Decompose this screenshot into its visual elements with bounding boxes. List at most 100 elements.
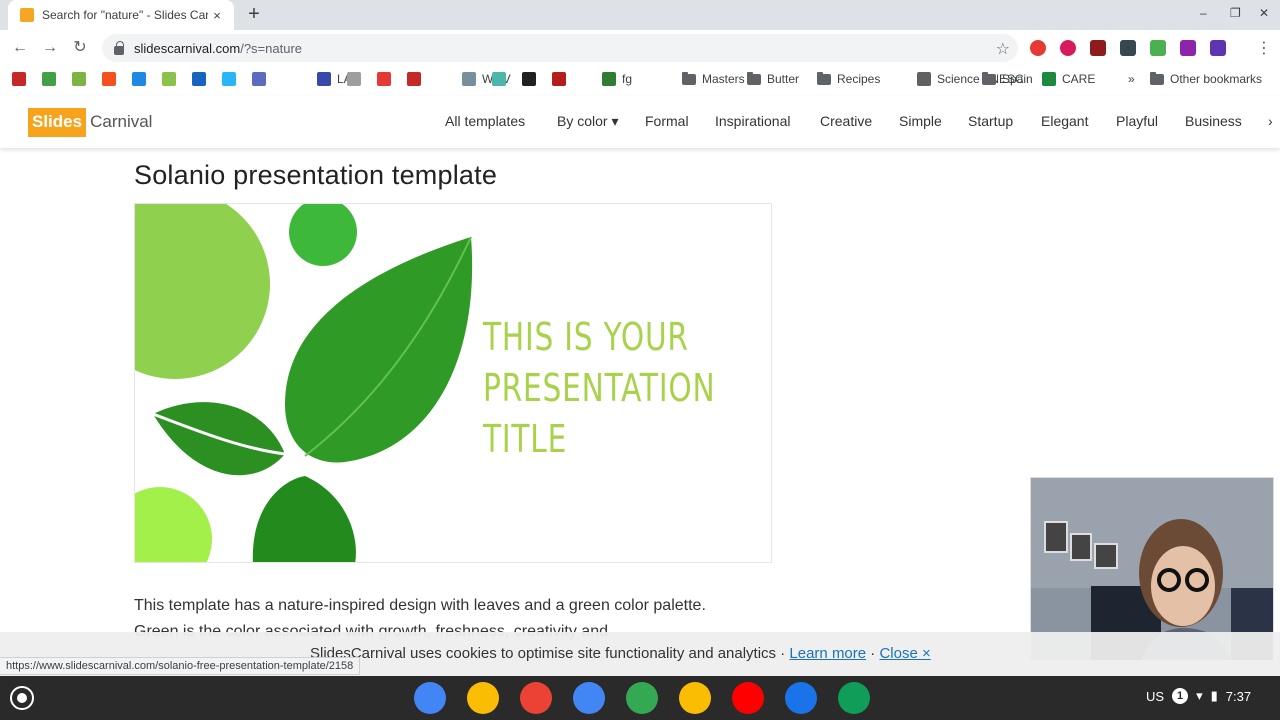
bookmark-favicon-icon [252, 72, 266, 86]
green-circle [289, 204, 357, 266]
folder-icon [1150, 71, 1164, 85]
bookmark-favicon-icon [1042, 72, 1056, 86]
docs-app-icon[interactable] [573, 682, 605, 714]
bookmark-item[interactable]: Butter [747, 70, 799, 88]
youtube-app-icon[interactable] [732, 682, 764, 714]
bookmark-favicon-icon [102, 72, 116, 86]
bookmark-favicon-icon [407, 72, 421, 86]
slide-title-line: TITLE [483, 417, 568, 461]
play-store-app-icon[interactable] [626, 682, 658, 714]
minimize-button[interactable]: – [1200, 6, 1207, 20]
bookmark-star-icon[interactable]: ☆ [996, 39, 1010, 59]
slidescarnival-favicon-icon [20, 8, 34, 22]
bookmark-item[interactable]: Spain [982, 70, 1033, 88]
new-tab-button[interactable]: + [244, 4, 264, 24]
window-close-button[interactable]: ✕ [1259, 6, 1269, 20]
bookmark-item[interactable] [42, 70, 62, 88]
bookmark-item[interactable] [102, 70, 122, 88]
logo-carnival-text: Carnival [90, 112, 153, 131]
nav-inspirational[interactable]: Inspirational [715, 113, 791, 129]
photos-app-icon[interactable] [679, 682, 711, 714]
bookmark-item[interactable] [192, 70, 212, 88]
nav-creative[interactable]: Creative [820, 113, 872, 129]
slidescarnival-logo[interactable]: Slides Carnival [28, 106, 152, 138]
bookmark-item[interactable]: CARE [1042, 70, 1095, 88]
extension-icon[interactable] [1120, 40, 1136, 56]
bookmark-item[interactable] [522, 70, 542, 88]
light-green-circle [135, 204, 270, 379]
restore-button[interactable]: ❐ [1230, 6, 1241, 20]
nav-simple[interactable]: Simple [899, 113, 942, 129]
back-arrow-icon[interactable]: ← [10, 38, 30, 58]
page-title[interactable]: Solanio presentation template [134, 160, 497, 191]
gmail-app-icon[interactable] [520, 682, 552, 714]
nav-elegant[interactable]: Elegant [1041, 113, 1088, 129]
cookie-close-link[interactable]: Close × [879, 645, 930, 662]
chrome-menu-icon[interactable]: ⋮ [1256, 38, 1272, 58]
bookmark-item[interactable] [222, 70, 242, 88]
extension-icon[interactable] [1090, 40, 1106, 56]
nav-startup[interactable]: Startup [968, 113, 1013, 129]
bookmark-favicon-icon [317, 72, 331, 86]
clock-time: 7:37 [1225, 688, 1252, 704]
other-bookmarks-folder[interactable]: Other bookmarks [1150, 70, 1262, 88]
extension-icon[interactable] [1180, 40, 1196, 56]
site-header: Slides Carnival All templates By color ▾… [0, 96, 1280, 148]
folder-icon [982, 71, 996, 85]
battery-icon: ▮ [1210, 688, 1218, 703]
bookmarks-overflow-button[interactable]: » [1128, 70, 1135, 88]
bookmark-item[interactable] [12, 70, 32, 88]
bookmark-item[interactable] [162, 70, 182, 88]
keep-app-icon[interactable] [467, 682, 499, 714]
launcher-button[interactable] [10, 686, 34, 710]
files-app-icon[interactable] [785, 682, 817, 714]
folder-icon [747, 71, 761, 85]
url-path: /?s=nature [240, 40, 302, 56]
tab-close-icon[interactable]: × [208, 8, 226, 23]
nav-formal[interactable]: Formal [645, 113, 689, 129]
bookmark-item[interactable] [132, 70, 152, 88]
bookmark-item[interactable]: fg [602, 70, 632, 88]
bookmark-item[interactable] [252, 70, 272, 88]
address-bar[interactable]: slidescarnival.com/?s=nature ☆ [102, 34, 1018, 62]
template-preview-image[interactable]: THIS IS YOUR PRESENTATION TITLE [134, 203, 772, 563]
bookmarks-bar: » Other bookmarks LATWJIVfgMastersButter… [0, 66, 1280, 92]
extension-icon[interactable] [1150, 40, 1166, 56]
bookmark-item[interactable] [552, 70, 572, 88]
extension-icon[interactable] [1060, 40, 1076, 56]
bookmark-item[interactable] [377, 70, 397, 88]
nav-all-templates[interactable]: All templates [445, 113, 525, 129]
bookmark-favicon-icon [162, 72, 176, 86]
bookmark-favicon-icon [42, 72, 56, 86]
bookmark-item[interactable] [347, 70, 367, 88]
nav-business[interactable]: Business [1185, 113, 1242, 129]
lock-icon [114, 40, 124, 55]
classroom-app-icon[interactable] [838, 682, 870, 714]
bookmark-item[interactable] [492, 70, 512, 88]
bookmark-item[interactable]: Masters [682, 70, 745, 88]
folder-icon [682, 71, 696, 85]
cookie-message: SlidesCarnival uses cookies to optimise … [310, 645, 931, 662]
bookmark-item[interactable]: Recipes [817, 70, 880, 88]
bookmark-label: fg [622, 72, 633, 86]
logo-slides-text: Slides [28, 107, 87, 137]
nav-by-color[interactable]: By color ▾ [557, 113, 619, 130]
nav-playful[interactable]: Playful [1116, 113, 1158, 129]
bookmark-item[interactable] [72, 70, 92, 88]
nav-more-arrow-icon[interactable]: › [1268, 113, 1273, 129]
extension-icon[interactable] [1030, 40, 1046, 56]
wifi-icon: ▾ [1196, 688, 1203, 703]
chrome-app-icon[interactable] [414, 682, 446, 714]
cookie-text: SlidesCarnival uses cookies to optimise … [310, 645, 790, 662]
browser-toolbar: ← → ↻ slidescarnival.com/?s=nature ☆ [0, 30, 1280, 66]
system-tray[interactable]: US 1 ▾ ▮ 7:37 [1146, 688, 1251, 704]
bookmark-item[interactable] [407, 70, 427, 88]
forward-arrow-icon[interactable]: → [40, 38, 60, 58]
extension-icon[interactable] [1210, 40, 1226, 56]
learn-more-link[interactable]: Learn more [789, 645, 866, 662]
status-bar-url: https://www.slidescarnival.com/solanio-f… [0, 657, 361, 675]
bookmark-favicon-icon [377, 72, 391, 86]
bookmark-favicon-icon [72, 72, 86, 86]
browser-tab[interactable]: Search for "nature" - Slides Carnival × [8, 0, 234, 30]
reload-icon[interactable]: ↻ [70, 38, 90, 58]
